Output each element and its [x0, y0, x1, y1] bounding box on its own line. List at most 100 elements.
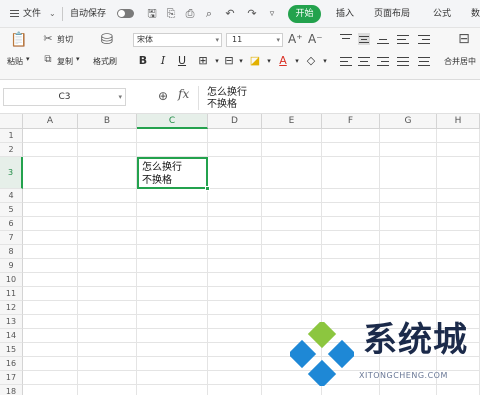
- row-header-2[interactable]: 2: [0, 143, 23, 157]
- border-icon[interactable]: ⊞: [196, 54, 210, 68]
- tab-insert[interactable]: 插入: [336, 0, 354, 28]
- copy-dropdown-icon[interactable]: ▾: [76, 55, 80, 63]
- row-header-6[interactable]: 6: [0, 217, 23, 231]
- row-header-3[interactable]: 3: [0, 157, 23, 189]
- watermark-subtitle: XITONGCHENG.COM: [359, 371, 448, 380]
- font-name-value: 宋体: [137, 35, 153, 44]
- chevron-down-icon[interactable]: ⌄: [49, 0, 56, 28]
- row-header-14[interactable]: 14: [0, 329, 23, 343]
- wrap-text-icon[interactable]: [397, 33, 409, 45]
- print-preview-icon[interactable]: ⌕: [203, 8, 215, 20]
- divider: [198, 86, 199, 110]
- italic-icon[interactable]: I: [156, 54, 170, 68]
- align-top-icon[interactable]: [340, 33, 352, 45]
- format-painter-icon[interactable]: ⛁: [99, 32, 115, 47]
- align-center-icon[interactable]: [358, 55, 370, 67]
- format-painter-button[interactable]: 格式刷: [93, 56, 117, 67]
- cut-button[interactable]: 剪切: [57, 34, 73, 45]
- column-header-f[interactable]: F: [322, 114, 380, 129]
- clear-format-icon[interactable]: ◇: [304, 54, 318, 68]
- autosave-label: 自动保存: [70, 9, 107, 19]
- row-header-18[interactable]: 18: [0, 385, 23, 395]
- row-gridline: [23, 286, 480, 287]
- copy-icon[interactable]: ⧉: [42, 53, 54, 67]
- row-gridline: [23, 216, 480, 217]
- autosave-toggle[interactable]: [117, 9, 134, 18]
- row-header-16[interactable]: 16: [0, 357, 23, 371]
- row-gridline: [23, 202, 480, 203]
- function-icon[interactable]: fx: [178, 87, 189, 101]
- active-cell-c3[interactable]: 怎么换行 不换格: [137, 157, 210, 191]
- align-bottom-icon[interactable]: [377, 33, 389, 45]
- row-header-12[interactable]: 12: [0, 301, 23, 315]
- chevron-down-icon: ▾: [118, 93, 122, 101]
- column-header-e[interactable]: E: [262, 114, 322, 129]
- row-gridline: [23, 188, 480, 189]
- clear-format-dropdown-icon[interactable]: ▾: [318, 54, 332, 68]
- fill-color-icon[interactable]: ◪: [248, 54, 262, 68]
- underline-icon[interactable]: U: [175, 54, 189, 68]
- column-header-c[interactable]: C: [137, 114, 208, 129]
- paste-button[interactable]: 粘贴: [7, 56, 23, 67]
- bold-icon[interactable]: B: [136, 54, 150, 68]
- row-header-5[interactable]: 5: [0, 203, 23, 217]
- row-header-11[interactable]: 11: [0, 287, 23, 301]
- fill-pattern-dropdown-icon[interactable]: ▾: [234, 54, 248, 68]
- font-color-dropdown-icon[interactable]: ▾: [290, 54, 304, 68]
- row-header-7[interactable]: 7: [0, 231, 23, 245]
- hamburger-menu-icon[interactable]: [10, 0, 20, 28]
- undo-icon[interactable]: ↶: [224, 8, 236, 20]
- tab-start[interactable]: 开始: [288, 5, 321, 23]
- paste-dropdown-icon[interactable]: ▾: [26, 55, 30, 63]
- column-header-b[interactable]: B: [78, 114, 137, 129]
- fill-handle[interactable]: [205, 186, 210, 191]
- copy-button[interactable]: 复制: [57, 56, 73, 67]
- zoom-icon[interactable]: ⊕: [158, 89, 168, 103]
- formula-line-2: 不换格: [207, 99, 237, 110]
- row-header-17[interactable]: 17: [0, 371, 23, 385]
- font-size-select[interactable]: 11 ▾: [226, 33, 283, 47]
- cell-reference: C3: [58, 92, 71, 102]
- customize-toolbar-icon[interactable]: ▿: [266, 8, 278, 20]
- row-header-1[interactable]: 1: [0, 129, 23, 143]
- redo-icon[interactable]: ↷: [246, 8, 258, 20]
- formula-input[interactable]: 怎么换行 不换格: [207, 87, 247, 111]
- file-menu[interactable]: 文件: [23, 0, 41, 28]
- distributed-align-icon[interactable]: [418, 55, 430, 67]
- row-header-8[interactable]: 8: [0, 245, 23, 259]
- cut-icon[interactable]: ✂: [42, 32, 54, 46]
- indent-icon[interactable]: [418, 33, 430, 45]
- decrease-font-size-icon[interactable]: A⁻: [308, 32, 323, 46]
- row-header-13[interactable]: 13: [0, 315, 23, 329]
- select-all-corner[interactable]: [0, 114, 23, 129]
- fill-color-dropdown-icon[interactable]: ▾: [262, 54, 276, 68]
- font-name-select[interactable]: 宋体 ▾: [133, 33, 222, 47]
- paste-icon[interactable]: 📋: [10, 33, 27, 47]
- row-header-10[interactable]: 10: [0, 273, 23, 287]
- row-gridline: [23, 244, 480, 245]
- font-color-icon[interactable]: A: [276, 54, 290, 68]
- increase-font-size-icon[interactable]: A⁺: [288, 32, 303, 46]
- site-logo-icon: [290, 322, 354, 386]
- row-header-15[interactable]: 15: [0, 343, 23, 357]
- justify-icon[interactable]: [397, 55, 409, 67]
- column-header-h[interactable]: H: [437, 114, 480, 129]
- merge-center-button[interactable]: 合并居中: [444, 56, 476, 67]
- column-header-a[interactable]: A: [23, 114, 78, 129]
- export-icon[interactable]: ⎘: [165, 8, 177, 20]
- align-left-icon[interactable]: [340, 55, 352, 67]
- column-header-d[interactable]: D: [208, 114, 262, 129]
- row-header-9[interactable]: 9: [0, 259, 23, 273]
- tab-data[interactable]: 数: [471, 0, 480, 28]
- name-box[interactable]: C3 ▾: [3, 88, 126, 106]
- font-size-value: 11: [232, 35, 243, 44]
- tab-page-layout[interactable]: 页面布局: [374, 0, 410, 28]
- tab-formula[interactable]: 公式: [433, 0, 451, 28]
- align-middle-icon[interactable]: [358, 33, 370, 45]
- save-icon[interactable]: 🖫: [146, 8, 158, 20]
- column-header-g[interactable]: G: [380, 114, 437, 129]
- print-icon[interactable]: ⎙: [184, 8, 196, 20]
- row-header-4[interactable]: 4: [0, 189, 23, 203]
- merge-center-icon[interactable]: ⊟: [456, 32, 472, 46]
- align-right-icon[interactable]: [377, 55, 389, 67]
